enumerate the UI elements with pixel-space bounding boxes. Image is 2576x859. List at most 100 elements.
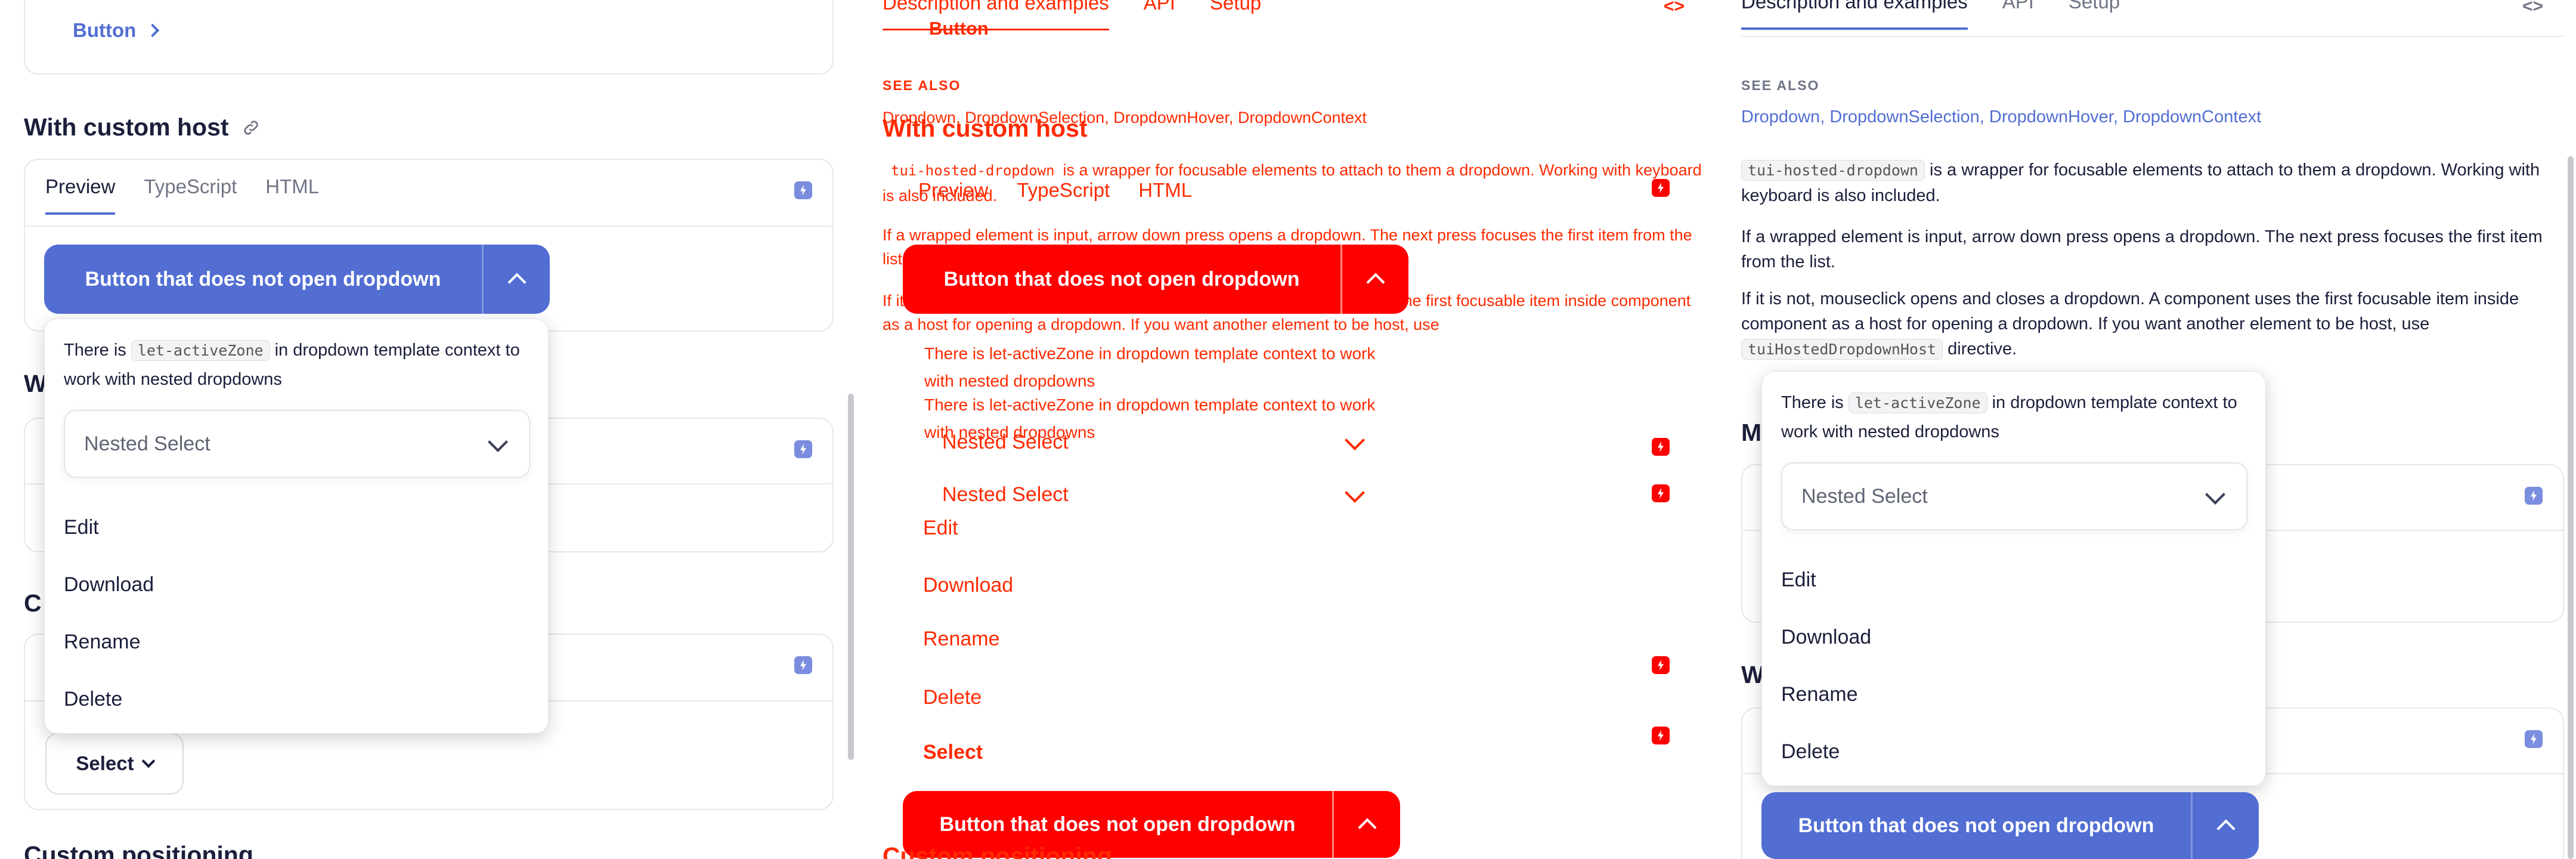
link-icon[interactable] (242, 119, 260, 137)
chevron-up-icon (1357, 818, 1377, 837)
see-also-label: SEE ALSO (1741, 78, 1820, 93)
stackblitz-icon[interactable] (2525, 730, 2543, 748)
description-paragraph-2: If a wrapped element is input, arrow dow… (1741, 227, 2543, 271)
stackblitz-icon[interactable] (794, 656, 812, 674)
code-let-activezone: let-activeZone (1848, 393, 1987, 413)
dropdown-hint-text: There is let-activeZone in dropdown temp… (64, 340, 520, 389)
diff-stackblitz-icon[interactable] (1652, 179, 1670, 197)
menu-item-edit[interactable]: Edit (1781, 568, 1816, 592)
diff-menu-item-delete[interactable]: Delete (923, 686, 982, 709)
link-dropdown-context[interactable]: DropdownContext (2123, 107, 2261, 126)
select-button[interactable]: Select (45, 733, 184, 795)
menu-item-edit[interactable]: Edit (64, 516, 99, 539)
diff-bottom-toggle[interactable] (1332, 791, 1400, 858)
diff-nested-select-2[interactable]: Nested Select (942, 483, 1069, 506)
stackblitz-icon[interactable] (794, 181, 812, 199)
tab-setup[interactable]: Setup (2069, 0, 2120, 30)
dropdown-toggle-button[interactable] (2191, 792, 2259, 859)
section-heading-custom-host: With custom host (24, 113, 260, 141)
tabs-divider (1741, 36, 2564, 37)
example-tabs: Preview TypeScript HTML (45, 175, 319, 215)
diff-stackblitz-icon[interactable] (1652, 438, 1670, 456)
diff-button-link[interactable]: Button (929, 18, 989, 39)
chevron-up-icon (2216, 819, 2236, 838)
diff-code-icon[interactable]: <> (1664, 0, 1685, 17)
menu-item-delete[interactable]: Delete (1781, 740, 1840, 764)
stackblitz-icon[interactable] (2525, 487, 2543, 505)
tab-api[interactable]: API (2002, 0, 2034, 30)
section-heading-partial-m: M (1741, 419, 1762, 446)
diff-see-also: SEE ALSO (883, 78, 961, 93)
host-button-group: Button that does not open dropdown (1761, 792, 2259, 859)
stackblitz-icon[interactable] (794, 440, 812, 458)
diff-menu-item-download[interactable]: Download (923, 574, 1013, 597)
diff-overlay-panel: Description and examples API Setup Butto… (859, 0, 1717, 859)
chevron-up-icon (507, 273, 527, 292)
diff-select-label[interactable]: Select (923, 741, 983, 764)
nested-select-placeholder: Nested Select (84, 432, 210, 455)
chevron-down-icon (2205, 484, 2225, 505)
code-view-icon[interactable]: <> (2522, 0, 2543, 17)
code-let-activezone: let-activeZone (131, 340, 270, 361)
diff-stackblitz-icon[interactable] (1652, 727, 1670, 744)
menu-item-download[interactable]: Download (1781, 626, 1871, 649)
diff-tab-description[interactable]: Description and examples (883, 0, 1109, 30)
button-does-not-open-dropdown[interactable]: Button that does not open dropdown (44, 245, 482, 314)
host-button-group: Button that does not open dropdown (44, 245, 550, 314)
chevron-up-icon (1366, 273, 1385, 292)
diff-host-button-group: Button that does not open dropdown (903, 245, 1408, 314)
diff-menu-item-rename[interactable]: Rename (923, 628, 1000, 651)
diff-chevron-down-icon (1345, 483, 1365, 503)
diff-section-heading: With custom host (883, 115, 1088, 142)
link-dropdown-selection[interactable]: DropdownSelection (1829, 107, 1979, 126)
tab-html[interactable]: HTML (265, 175, 319, 215)
link-dropdown[interactable]: Dropdown (1741, 107, 1820, 126)
nested-select[interactable]: Nested Select (1781, 462, 2247, 530)
button-does-not-open-dropdown[interactable]: Button that does not open dropdown (1761, 792, 2191, 859)
menu-item-rename[interactable]: Rename (64, 631, 141, 654)
description-paragraph-3: If it is not, mouseclick opens and close… (1741, 289, 2519, 360)
dropdown-menu: There is let-activeZone in dropdown temp… (1761, 371, 2266, 786)
code-tui-hosted-dropdown-host: tuiHostedDropdownHost (1741, 339, 1943, 360)
diff-bottom-heading: Custom positioning (883, 842, 1112, 859)
menu-item-delete[interactable]: Delete (64, 688, 122, 711)
doc-tabs: Description and examples API Setup (1741, 0, 2120, 30)
section-heading-partial-c: C (24, 589, 42, 617)
chevron-down-icon (141, 754, 155, 768)
description-paragraph-1: tui-hosted-dropdown is a wrapper for foc… (1741, 160, 2540, 205)
tab-divider (25, 225, 832, 227)
section-heading-partial-w: W (1741, 661, 1764, 688)
section-heading-partial-w: W (24, 370, 47, 397)
diff-tab-setup[interactable]: Setup (1210, 0, 1261, 30)
chevron-right-icon (145, 23, 160, 38)
nested-select-placeholder: Nested Select (1801, 484, 1928, 508)
nested-select[interactable]: Nested Select (64, 410, 530, 478)
scrollbar[interactable] (848, 394, 854, 760)
tab-description[interactable]: Description and examples (1741, 0, 1968, 30)
diff-stackblitz-icon[interactable] (1652, 484, 1670, 502)
see-also-links: Dropdown, DropdownSelection, DropdownHov… (1741, 107, 2262, 126)
diff-button-does-not-open-dropdown[interactable]: Button that does not open dropdown (903, 245, 1340, 314)
menu-item-rename[interactable]: Rename (1781, 683, 1858, 706)
right-screenshot-panel: Description and examples API Setup <> SE… (1717, 0, 2576, 859)
tab-preview[interactable]: Preview (45, 175, 116, 215)
section-heading-text: With custom host (24, 113, 229, 141)
diff-nested-select-1[interactable]: Nested Select (942, 431, 1069, 454)
diff-preview-tabs: Preview TypeScript HTML (918, 179, 1193, 201)
diff-menu-item-edit[interactable]: Edit (923, 517, 958, 540)
link-dropdown-hover[interactable]: DropdownHover (1989, 107, 2113, 126)
diff-tab-api[interactable]: API (1144, 0, 1175, 30)
tab-typescript[interactable]: TypeScript (144, 175, 237, 215)
code-tui-hosted-dropdown: tui-hosted-dropdown (1741, 160, 1925, 181)
diff-dropdown-hint-1: There is let-activeZone in dropdown temp… (924, 344, 1376, 390)
button-link[interactable]: Button (73, 19, 160, 42)
diff-dropdown-toggle[interactable] (1340, 245, 1408, 314)
scrollbar[interactable] (2568, 156, 2574, 859)
diff-stackblitz-icon[interactable] (1652, 656, 1670, 674)
section-heading-custom-positioning: Custom positioning (24, 841, 253, 859)
menu-item-download[interactable]: Download (64, 573, 154, 597)
button-example-card: Button (24, 0, 834, 75)
button-link-label: Button (73, 19, 137, 41)
dropdown-toggle-button[interactable] (482, 245, 550, 314)
dropdown-hint-text: There is let-activeZone in dropdown temp… (1781, 393, 2237, 441)
